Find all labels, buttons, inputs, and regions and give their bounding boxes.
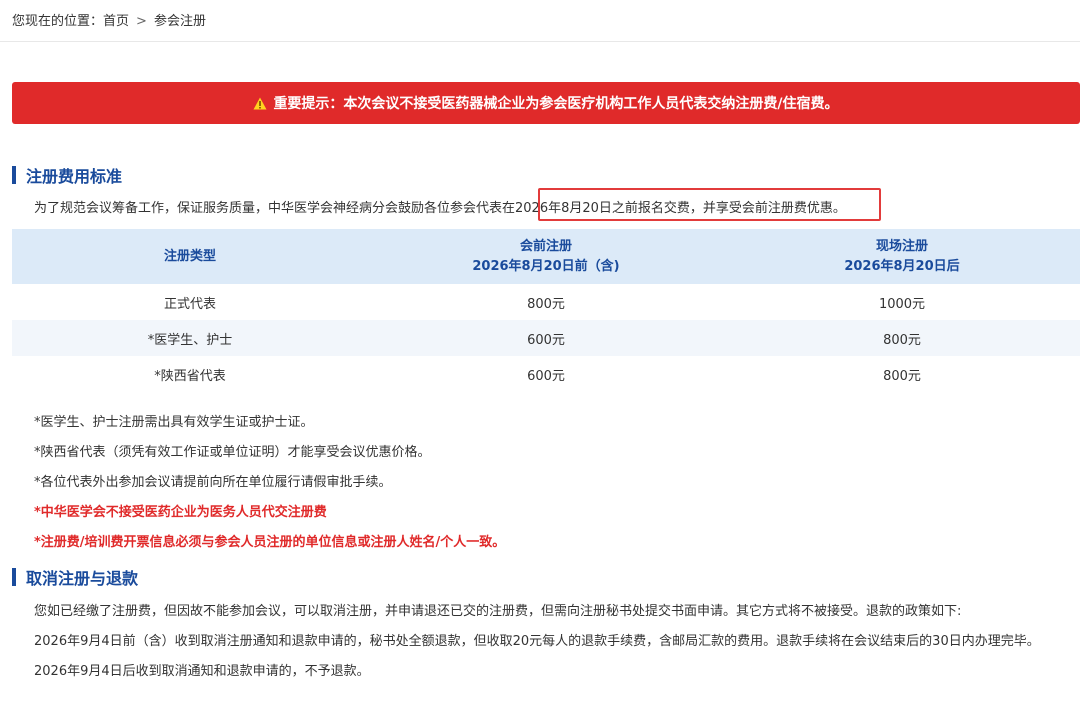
- fee-table: 注册类型 会前注册 2026年8月20日前（含) 现场注册 2026年8月20日后 …: [12, 229, 1080, 392]
- table-cell: 600元: [527, 368, 565, 384]
- note-item: *陕西省代表（须凭有效工作证或单位证明）才能享受会议优惠价格。: [34, 445, 431, 460]
- breadcrumb-home-link[interactable]: 首页: [103, 14, 129, 29]
- breadcrumb-prefix: 您现在的位置：: [12, 14, 104, 29]
- breadcrumb-current: 参会注册: [153, 14, 206, 29]
- header-divider: [0, 41, 1080, 42]
- cancel-paragraph: 2026年9月4日后收到取消通知和退款申请的，不予退款。: [34, 664, 370, 679]
- cancel-paragraph: 您如已经缴了注册费，但因故不能参加会议，可以取消注册，并申请退还已交的注册费，但…: [34, 604, 962, 619]
- breadcrumb-separator: >: [136, 14, 147, 29]
- header-onsite-registration: 现场注册 2026年8月20日后: [724, 229, 1080, 284]
- fee-table-header-row: 注册类型 会前注册 2026年8月20日前（含) 现场注册 2026年8月20日后: [12, 229, 1080, 284]
- red-note-item: *注册费/培训费开票信息必须与参会人员注册的单位信息或注册人姓名/个人一致。: [34, 535, 506, 550]
- note-item: *各位代表外出参加会议请提前向所在单位履行请假审批手续。: [34, 475, 392, 490]
- table-cell: 1000元: [878, 296, 926, 312]
- table-cell: 800元: [724, 320, 1080, 356]
- important-notice-text: 重要提示：本次会议不接受医药器械企业为参会医疗机构工作人员代表交纳注册费/住宿费…: [273, 96, 839, 112]
- cancel-section-title-text: 取消注册与退款: [26, 569, 139, 588]
- cancel-paragraph: 2026年9月4日前（含）收到取消注册通知和退款申请的，秘书处全额退款，但收取2…: [34, 634, 1040, 649]
- table-cell: *医学生、护士: [12, 320, 368, 356]
- table-cell: 800元: [527, 296, 565, 312]
- table-row: *医学生、护士 600元 800元: [12, 320, 1080, 356]
- section-title-bar: [12, 166, 16, 184]
- table-cell: 正式代表: [163, 296, 216, 312]
- fee-notes: *医学生、护士注册需出具有效学生证或护士证。 *陕西省代表（须凭有效工作证或单位…: [34, 408, 505, 558]
- table-cell: 600元: [368, 320, 724, 356]
- header-type: 注册类型: [12, 229, 368, 284]
- section-title-bar: [12, 568, 16, 586]
- highlight-box: [538, 188, 881, 221]
- fee-section-title-text: 注册费用标准: [26, 167, 123, 186]
- table-row: 正式代表 800元 1000元: [12, 284, 1080, 320]
- cancel-policy-text: 您如已经缴了注册费，但因故不能参加会议，可以取消注册，并申请退还已交的注册费，但…: [34, 597, 1064, 687]
- table-cell: *陕西省代表: [154, 368, 226, 384]
- note-item: *医学生、护士注册需出具有效学生证或护士证。: [34, 415, 314, 430]
- red-note-item: *中华医学会不接受医药企业为医务人员代交注册费: [34, 505, 327, 520]
- breadcrumb: 您现在的位置：首页 > 参会注册: [12, 13, 206, 31]
- warning-triangle-icon: [253, 97, 267, 109]
- fee-section-title: 注册费用标准: [12, 165, 123, 186]
- table-cell: 800元: [883, 368, 921, 384]
- table-row: *陕西省代表 600元 800元: [12, 356, 1080, 392]
- important-notice-banner: 重要提示：本次会议不接受医药器械企业为参会医疗机构工作人员代表交纳注册费/住宿费…: [12, 82, 1080, 124]
- header-pre-registration: 会前注册 2026年8月20日前（含): [368, 229, 724, 284]
- fee-intro-before: 为了规范会议筹备工作，保证服务质量，中华医学会神经病分会鼓励各位参会代表在: [34, 201, 516, 216]
- cancel-section-title: 取消注册与退款: [12, 567, 139, 588]
